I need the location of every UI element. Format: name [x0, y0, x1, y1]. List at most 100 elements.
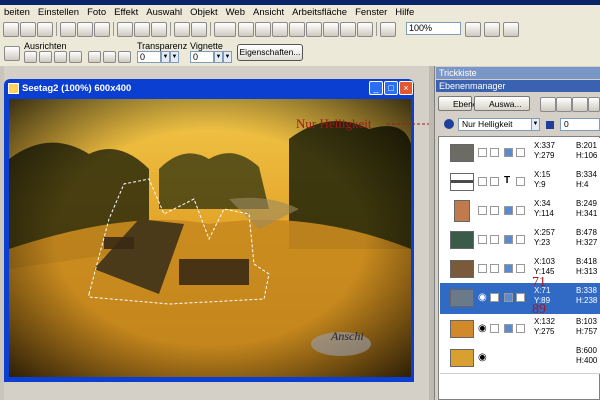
opacity-input[interactable]: 0 [560, 118, 600, 131]
lock-toggle[interactable] [490, 293, 499, 302]
visibility-toggle[interactable] [478, 264, 487, 273]
align-center-icon[interactable] [39, 51, 52, 63]
arrow-tool-icon[interactable] [4, 46, 20, 61]
print-icon[interactable] [60, 22, 76, 37]
menu-item-einstellen[interactable]: Einstellen [34, 7, 83, 18]
text-layer-icon: T [504, 175, 511, 186]
menu-item-auswahl[interactable]: Auswahl [142, 7, 186, 18]
move-right-icon[interactable] [103, 51, 116, 63]
lock-toggle[interactable] [490, 148, 499, 157]
visibility-toggle[interactable] [478, 235, 487, 244]
layer-row[interactable]: T X:15 Y:9 B:334 H:4 [440, 167, 600, 197]
zoom-select[interactable]: 100% [406, 22, 461, 35]
preview-icon[interactable] [77, 22, 93, 37]
image-canvas[interactable]: Anschi [9, 99, 411, 377]
paste-icon[interactable] [151, 22, 167, 37]
scan-icon[interactable] [94, 22, 110, 37]
minimize-button[interactable]: _ [369, 81, 383, 95]
lock-toggle[interactable] [490, 324, 499, 333]
layers-button[interactable]: Ebene... [438, 96, 485, 111]
color-icon [504, 264, 513, 273]
lock-toggle[interactable] [490, 206, 499, 215]
properties-icon[interactable] [572, 97, 588, 112]
scanner-icon[interactable] [214, 22, 236, 37]
link-icon [516, 235, 525, 244]
selection-button[interactable]: Auswa... [474, 96, 530, 111]
transparency-input[interactable]: 0 [137, 51, 161, 63]
layer-thumbnail [450, 260, 474, 278]
close-button[interactable]: × [399, 81, 413, 95]
camera-icon[interactable] [238, 22, 254, 37]
move-left-icon[interactable] [88, 51, 101, 63]
menu-item-effekt[interactable]: Effekt [110, 7, 142, 18]
vignette-input[interactable]: 0 [190, 51, 214, 63]
vignette-spinner[interactable]: ▼ [214, 51, 223, 63]
eye-icon[interactable]: ◉ [478, 292, 487, 303]
more-icon[interactable] [588, 97, 600, 112]
new-icon[interactable] [3, 22, 19, 37]
annotation-number: 89 [532, 302, 546, 317]
visibility-toggle[interactable] [478, 148, 487, 157]
align-right-icon[interactable] [54, 51, 67, 63]
undo-icon[interactable] [174, 22, 190, 37]
zoom-dropdown-icon[interactable] [465, 22, 481, 37]
link-icon [516, 293, 525, 302]
trickkiste-header[interactable]: Trickkiste [436, 67, 600, 79]
save-icon[interactable] [37, 22, 53, 37]
zoom-in-icon[interactable] [484, 22, 500, 37]
list-icon[interactable] [556, 97, 572, 112]
window-icon[interactable] [340, 22, 356, 37]
visibility-toggle[interactable] [478, 177, 487, 186]
properties-button[interactable]: Eigenschaften... [237, 44, 303, 61]
fit-icon[interactable] [380, 22, 396, 37]
layer-row-selected[interactable]: ◉ X:71 Y:89 B:338 H:238 [440, 283, 600, 315]
layer-row-background[interactable]: ◉ B:600 H:400 [440, 343, 600, 374]
tile-icon[interactable] [357, 22, 373, 37]
vignette-dropdown[interactable]: ▼ [223, 51, 232, 63]
layer-row[interactable]: X:257 Y:23 B:478 H:327 [440, 225, 600, 255]
menu-item-hilfe[interactable]: Hilfe [391, 7, 418, 18]
menu-item-web[interactable]: Web [222, 7, 249, 18]
ebenenmanager-header[interactable]: Ebenenmanager [436, 80, 600, 92]
image-icon[interactable] [255, 22, 271, 37]
visibility-toggle[interactable] [478, 206, 487, 215]
menu-item-arbeitsflaeche[interactable]: Arbeitsfläche [288, 7, 351, 18]
menu-item-fenster[interactable]: Fenster [351, 7, 391, 18]
layer-height: H:4 [576, 180, 589, 189]
panel-icon[interactable] [323, 22, 339, 37]
transparency-dropdown[interactable]: ▼ [170, 51, 179, 63]
menu-item-foto[interactable]: Foto [83, 7, 110, 18]
search-icon[interactable] [540, 97, 556, 112]
redo-icon[interactable] [191, 22, 207, 37]
eye-icon[interactable]: ◉ [478, 352, 487, 363]
layer-row[interactable]: ◉ X:132 Y:275 B:103 H:757 [440, 314, 600, 344]
transparency-spinner[interactable]: ▼ [161, 51, 170, 63]
export-icon[interactable] [306, 22, 322, 37]
menu-item-ansicht[interactable]: Ansicht [249, 7, 288, 18]
panel-splitter[interactable] [429, 66, 434, 400]
copy-icon[interactable] [134, 22, 150, 37]
align-top-icon[interactable] [69, 51, 82, 63]
help-icon[interactable] [503, 22, 519, 37]
move-up-icon[interactable] [118, 51, 131, 63]
align-label: Ausrichten [24, 41, 67, 51]
layer-height: H:106 [576, 151, 598, 160]
open-icon[interactable] [20, 22, 36, 37]
lock-toggle[interactable] [490, 177, 499, 186]
web-icon[interactable] [272, 22, 288, 37]
layer-row[interactable]: X:103 Y:145 B:418 H:313 [440, 254, 600, 284]
blend-mode-dropdown[interactable]: ▼ [531, 118, 540, 131]
layer-row[interactable]: X:337 Y:279 B:201 H:106 [440, 138, 600, 168]
eye-icon[interactable]: ◉ [478, 323, 487, 334]
cut-icon[interactable] [117, 22, 133, 37]
maximize-button[interactable]: □ [384, 81, 398, 95]
watermark-text: Anschi [331, 329, 364, 343]
lock-toggle[interactable] [490, 235, 499, 244]
blend-mode-select[interactable]: Nur Helligkeit [458, 118, 540, 131]
layer-row[interactable]: X:34 Y:114 B:249 H:341 [440, 196, 600, 226]
menu-item-bearbeiten[interactable]: beiten [0, 7, 34, 18]
menu-item-objekt[interactable]: Objekt [186, 7, 221, 18]
align-left-icon[interactable] [24, 51, 37, 63]
mail-icon[interactable] [289, 22, 305, 37]
lock-toggle[interactable] [490, 264, 499, 273]
